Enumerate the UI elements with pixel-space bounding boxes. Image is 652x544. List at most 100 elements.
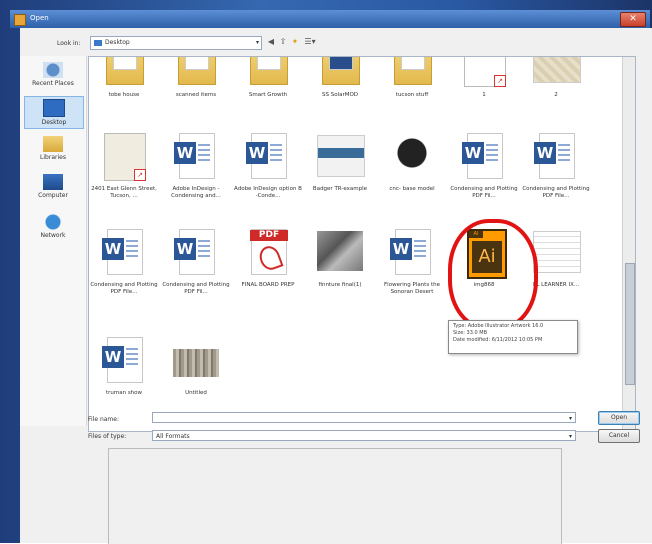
plan-thumbnail (533, 231, 581, 273)
place-recent-places[interactable]: Recent Places (24, 62, 82, 87)
file-item[interactable]: ↗ 1 (449, 57, 519, 99)
filename-label: File name: (88, 416, 119, 423)
file-item[interactable]: W Adobe InDesign option B -Conde... (233, 131, 303, 200)
word-document-icon: W (174, 133, 215, 179)
file-label: tucson stuff (395, 92, 429, 98)
place-desktop[interactable]: Desktop (24, 96, 84, 129)
file-item[interactable]: W Condensing and Plotting PDF File... (89, 227, 159, 296)
place-libraries[interactable]: Libraries (24, 136, 82, 161)
file-item[interactable]: SS SolarMOD (305, 57, 375, 99)
file-label: cnc- base model (389, 186, 435, 192)
file-label: Untitled (185, 390, 207, 396)
vertical-scrollbar[interactable] (622, 57, 635, 431)
word-document-icon: W (462, 133, 503, 179)
back-icon[interactable]: ◀ (266, 37, 276, 47)
file-label: FINAL BOARD PREP (241, 282, 295, 288)
tooltip-size: Size: 33.0 MB (453, 330, 488, 336)
open-button[interactable]: Open (598, 411, 640, 425)
word-document-icon: W (102, 337, 143, 383)
window-title: Open (30, 14, 49, 22)
place-network[interactable]: Network (24, 214, 82, 239)
folder-icon (94, 40, 102, 46)
file-item[interactable]: tucson stuff (377, 57, 447, 99)
file-item[interactable]: W Condensing and Plotting PDF File... (521, 131, 591, 200)
up-folder-icon[interactable]: ⇧ (278, 37, 288, 47)
file-item[interactable]: 2 (521, 57, 591, 99)
file-item[interactable]: tobe house (89, 57, 159, 99)
libraries-icon (43, 136, 63, 152)
word-document-icon: W (390, 229, 431, 275)
file-item[interactable]: W Condensing and Plotting PDF Fil... (161, 227, 231, 296)
file-label: Smart Growth (248, 92, 288, 98)
word-document-icon: W (246, 133, 287, 179)
file-label: scanned items (175, 92, 217, 98)
desktop-icon (43, 99, 65, 117)
app-icon (14, 14, 26, 26)
place-label: Network (40, 232, 66, 239)
file-label: Condensing and Plotting PDF Fil... (450, 186, 518, 199)
file-label: 2 (554, 92, 558, 98)
preview-pane (108, 448, 562, 544)
views-menu-icon[interactable]: ☰▾ (302, 37, 318, 47)
file-item[interactable]: PDF FINAL BOARD PREP (233, 227, 303, 289)
file-item[interactable]: cnc- base model (377, 131, 447, 193)
file-item[interactable]: W Flowering Plants the Sonoran Desert (377, 227, 447, 296)
word-document-icon: W (102, 229, 143, 275)
folder-icon (250, 57, 288, 85)
file-item[interactable]: ↗ 2401 East Glenn Street, Tucson, ... (89, 131, 159, 200)
file-label: truman show (105, 390, 143, 396)
annotation-highlight-circle (448, 219, 538, 331)
window-frame: Open ✕ Look in: Desktop ▾ ◀ ⇧ ✦ ☰▾ Recen… (0, 0, 652, 544)
file-list[interactable]: tobe house scanned items Smart Growth SS… (88, 56, 636, 432)
pdf-badge-icon: ↗ (494, 75, 506, 87)
filetype-select[interactable]: All Formats ▾ (152, 430, 576, 441)
lookin-select[interactable]: Desktop ▾ (90, 36, 262, 50)
file-item[interactable]: Wtruman show (89, 335, 159, 397)
title-bar: Open ✕ (10, 10, 650, 28)
open-dialog: Look in: Desktop ▾ ◀ ⇧ ✦ ☰▾ Recent Place… (20, 28, 652, 544)
file-info-tooltip: Type: Adobe Illustrator Artwork 16.0 Siz… (448, 320, 578, 354)
cancel-button[interactable]: Cancel (598, 429, 640, 443)
network-icon (43, 214, 63, 230)
file-item[interactable]: finnture final(1) (305, 227, 375, 289)
file-label: tobe house (108, 92, 140, 98)
place-label: Desktop (41, 119, 67, 126)
photo-thumbnail (317, 231, 363, 271)
file-item[interactable]: W Adobe InDesign -Condensing and... (161, 131, 231, 200)
place-label: Libraries (40, 154, 66, 161)
tooltip-type: Type: Adobe Illustrator Artwork 16.0 (453, 323, 544, 329)
file-label: Condensing and Plotting PDF File... (90, 282, 158, 295)
image-thumbnail (389, 135, 435, 175)
tooltip-date: Date modified: 6/11/2012 10:05 PM (453, 337, 543, 343)
pdf-badge-icon: ↗ (134, 169, 146, 181)
new-folder-icon[interactable]: ✦ (290, 37, 300, 47)
chevron-down-icon: ▾ (568, 433, 572, 440)
file-item[interactable]: Untitled (161, 335, 231, 397)
file-label: finnture final(1) (318, 282, 362, 288)
file-item[interactable]: scanned items (161, 57, 231, 99)
file-label: 2401 East Glenn Street, Tucson, ... (91, 186, 157, 199)
pdf-icon: PDF (250, 229, 288, 275)
word-document-icon: W (174, 229, 215, 275)
computer-icon (43, 174, 63, 190)
chevron-down-icon: ▾ (255, 39, 259, 46)
file-label: Condensing and Plotting PDF File... (522, 186, 590, 199)
chevron-down-icon[interactable]: ▾ (569, 413, 572, 424)
filetype-value: All Formats (156, 433, 190, 440)
file-label: Adobe InDesign option B -Conde... (234, 186, 302, 199)
scrollbar-thumb[interactable] (625, 263, 635, 385)
file-item[interactable]: Smart Growth (233, 57, 303, 99)
place-label: Recent Places (32, 80, 74, 87)
document-icon: ↗ (464, 57, 506, 87)
filetype-label: Files of type: (88, 433, 127, 440)
close-button[interactable]: ✕ (620, 12, 646, 27)
file-label: Flowering Plants the Sonoran Desert (384, 282, 440, 295)
file-label: Condensing and Plotting PDF Fil... (162, 282, 230, 295)
aerial-thumbnail (173, 349, 219, 377)
file-item[interactable]: Badger TR-example (305, 131, 375, 193)
filename-input[interactable]: ▾ (152, 412, 576, 423)
place-computer[interactable]: Computer (24, 174, 82, 199)
file-item[interactable]: W Condensing and Plotting PDF Fil... (449, 131, 519, 200)
lookin-label: Look in: (57, 40, 81, 47)
file-label: 1 (482, 92, 486, 98)
